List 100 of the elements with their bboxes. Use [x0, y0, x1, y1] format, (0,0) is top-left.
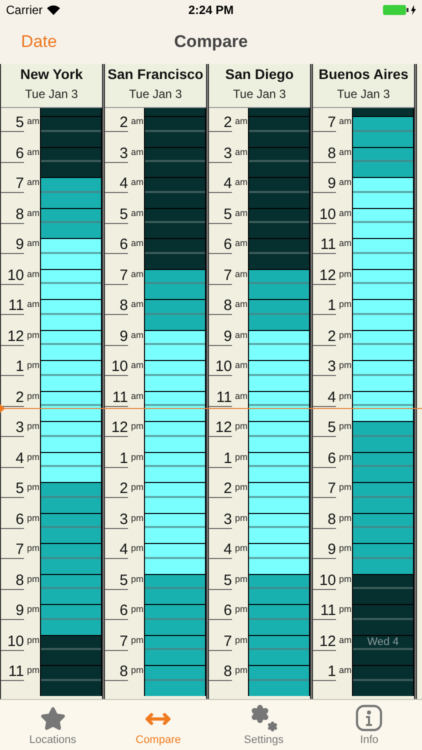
- hour-period: am: [339, 208, 352, 218]
- hour-number: 11: [313, 237, 336, 254]
- hour-period: pm: [131, 574, 144, 584]
- hour-number: 9: [313, 542, 336, 559]
- tab[interactable]: Compare: [106, 700, 211, 750]
- hour-number: 2: [105, 115, 128, 132]
- hour-number: 10: [313, 206, 336, 224]
- hour-number: 5: [105, 206, 128, 224]
- hour-number: 8: [209, 298, 232, 315]
- hour-number: 8: [105, 664, 128, 681]
- hour-period: am: [339, 177, 352, 187]
- hour-period: pm: [339, 330, 352, 340]
- hour-number: 11: [1, 664, 24, 681]
- hour-period: pm: [235, 452, 248, 462]
- status-time: 2:24 PM: [188, 2, 234, 19]
- hour-period: pm: [339, 512, 352, 522]
- hour-period: pm: [27, 330, 40, 340]
- hour-period: am: [131, 238, 144, 248]
- hour-number: 11: [209, 390, 232, 406]
- hour-period: pm: [27, 574, 40, 584]
- hour-period: pm: [235, 665, 248, 675]
- hour-number: 8: [1, 206, 24, 224]
- hour-number: 10: [1, 268, 24, 284]
- hour-period: pm: [27, 390, 40, 400]
- hour-number: 9: [313, 176, 336, 193]
- date-button[interactable]: Date: [21, 29, 57, 55]
- hour-number: 12: [209, 420, 232, 437]
- hour-number: 7: [313, 115, 336, 132]
- hour-number: 5: [209, 206, 232, 224]
- hour-period: pm: [235, 421, 248, 431]
- hour-period: pm: [339, 421, 352, 431]
- gears-icon: [250, 704, 278, 732]
- hour-number: 6: [209, 237, 232, 254]
- hour-period: am: [235, 268, 248, 278]
- hour-period: pm: [339, 268, 352, 278]
- hour-number: 4: [1, 450, 24, 468]
- hour-number: 4: [209, 176, 232, 193]
- hour-number: 10: [209, 359, 232, 376]
- carrier-name: Carrier: [6, 2, 43, 19]
- hour-period: pm: [339, 390, 352, 400]
- hour-period: am: [131, 268, 144, 278]
- hour-period: pm: [131, 665, 144, 675]
- hour-number: 8: [209, 664, 232, 681]
- hour-number: 1: [209, 450, 232, 468]
- hour-number: 2: [209, 481, 232, 498]
- hour-period: pm: [27, 482, 40, 492]
- hour-period: pm: [339, 482, 352, 492]
- hour-period: am: [235, 116, 248, 126]
- battery-icon: [382, 5, 409, 15]
- hour-period: pm: [339, 574, 352, 584]
- hour-number: 4: [209, 542, 232, 559]
- hour-period: pm: [27, 604, 40, 614]
- hour-period: am: [339, 146, 352, 156]
- hour-number: 7: [1, 176, 24, 193]
- column-date: Tue Jan 3: [129, 87, 182, 101]
- tab[interactable]: Info: [316, 700, 422, 750]
- hour-number: 2: [105, 481, 128, 498]
- hour-period: pm: [27, 452, 40, 462]
- hour-period: am: [27, 116, 40, 126]
- hour-period: pm: [27, 634, 40, 644]
- hour-number: 1: [313, 298, 336, 315]
- hour-number: 2: [209, 115, 232, 132]
- hour-period: am: [27, 177, 40, 187]
- hour-period: pm: [235, 604, 248, 614]
- info-icon: [355, 704, 384, 732]
- hour-period: am: [131, 146, 144, 156]
- hour-period: am: [131, 177, 144, 187]
- hour-period: pm: [27, 665, 40, 675]
- hour-number: 7: [105, 634, 128, 650]
- hour-number: 4: [105, 542, 128, 559]
- city-name: San Diego: [225, 65, 294, 83]
- hour-period: pm: [339, 452, 352, 462]
- hour-number: 9: [1, 603, 24, 620]
- hour-period: am: [131, 208, 144, 218]
- hour-period: am: [339, 116, 352, 126]
- column-date: Tue Jan 3: [337, 87, 390, 101]
- tab[interactable]: Locations: [0, 700, 106, 750]
- hour-period: pm: [131, 482, 144, 492]
- hour-period: pm: [27, 360, 40, 370]
- day-label: Wed 4: [367, 636, 399, 648]
- hour-number: 3: [105, 512, 128, 528]
- hour-number: 9: [105, 328, 128, 346]
- hour-period: am: [339, 665, 352, 675]
- hour-number: 5: [105, 572, 128, 590]
- hour-number: 5: [1, 115, 24, 132]
- tab[interactable]: Settings: [211, 700, 316, 750]
- hour-period: pm: [131, 512, 144, 522]
- hour-period: am: [27, 268, 40, 278]
- hour-number: 10: [105, 359, 128, 376]
- hour-period: am: [339, 238, 352, 248]
- hour-number: 2: [313, 328, 336, 346]
- hour-number: 5: [1, 481, 24, 498]
- hour-number: 6: [1, 146, 24, 162]
- hour-number: 11: [105, 390, 128, 406]
- city-name: Buenos Aires: [318, 65, 408, 83]
- hour-number: 3: [209, 512, 232, 528]
- hour-period: am: [235, 299, 248, 309]
- hour-number: 7: [1, 542, 24, 559]
- hour-number: 9: [209, 328, 232, 346]
- star-icon: [40, 706, 66, 732]
